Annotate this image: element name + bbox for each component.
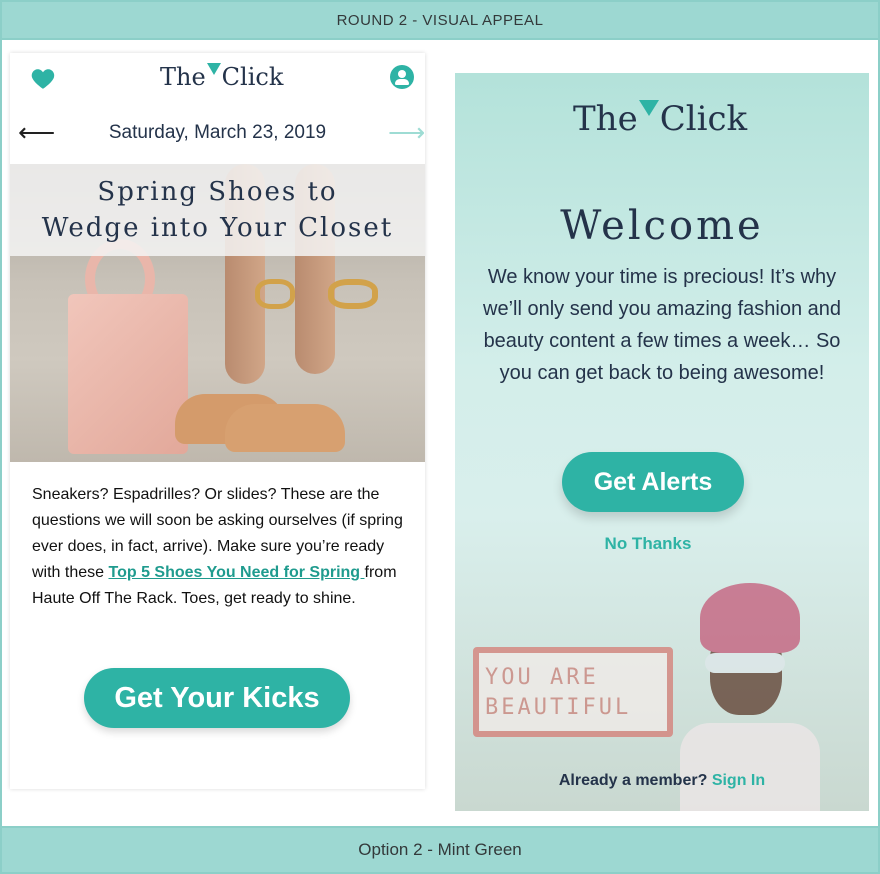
sign-in-link[interactable]: Sign In [712, 772, 765, 789]
already-member-text: Already a member? [558, 772, 708, 789]
already-member-row: Already a member? Sign In [455, 772, 869, 790]
get-alerts-button[interactable]: Get Alerts [562, 452, 744, 512]
arrow-right-icon[interactable]: ⟶ [388, 117, 425, 148]
no-thanks-link[interactable]: No Thanks [455, 534, 841, 554]
get-your-kicks-button[interactable]: Get Your Kicks [84, 668, 350, 728]
frame-left-border [0, 40, 2, 826]
heart-icon[interactable] [30, 66, 56, 92]
email-preview-phone: The Click ⟵ Saturday, March 23, 2019 ⟶ Sp… [10, 53, 425, 789]
the-click-logo-large: The Click [573, 99, 747, 139]
logo-text-the: The [573, 99, 638, 139]
hero-title-line-2: Wedge into Your Closet [41, 213, 394, 243]
hero-title: Spring Shoes to Wedge into Your Closet [10, 164, 425, 256]
welcome-heading: Welcome [560, 203, 764, 249]
option-footer-band: Option 2 - Mint Green [0, 826, 880, 874]
welcome-panel: The Click Welcome We know your time is pr… [455, 73, 869, 811]
logo-text-click: Click [659, 99, 748, 139]
hero-title-line-1: Spring Shoes to [97, 177, 338, 207]
welcome-intro-text: We know your time is precious! It’s why … [483, 266, 841, 384]
round-header-band: ROUND 2 - VISUAL APPEAL [0, 0, 880, 40]
the-click-logo: The Click [160, 63, 283, 91]
logo-text-the: The [160, 63, 206, 91]
article-body: Sneakers? Espadrilles? Or slides? These … [32, 482, 407, 612]
photo-sign-text: YOU ARE BEAUTIFUL [485, 663, 631, 723]
hero-image[interactable]: Spring Shoes to Wedge into Your Closet [10, 164, 425, 462]
sign-line-1: YOU ARE [485, 665, 599, 690]
user-icon[interactable] [390, 65, 414, 89]
logo-text-click: Click [221, 63, 284, 91]
option-label: Option 2 - Mint Green [358, 840, 522, 859]
logo-flag-icon [206, 63, 221, 75]
sign-line-2: BEAUTIFUL [485, 695, 632, 720]
issue-date: Saturday, March 23, 2019 [108, 122, 327, 143]
round-label: ROUND 2 - VISUAL APPEAL [336, 11, 544, 29]
logo-flag-icon [638, 100, 659, 116]
top-5-shoes-link[interactable]: Top 5 Shoes You Need for Spring [108, 564, 364, 581]
